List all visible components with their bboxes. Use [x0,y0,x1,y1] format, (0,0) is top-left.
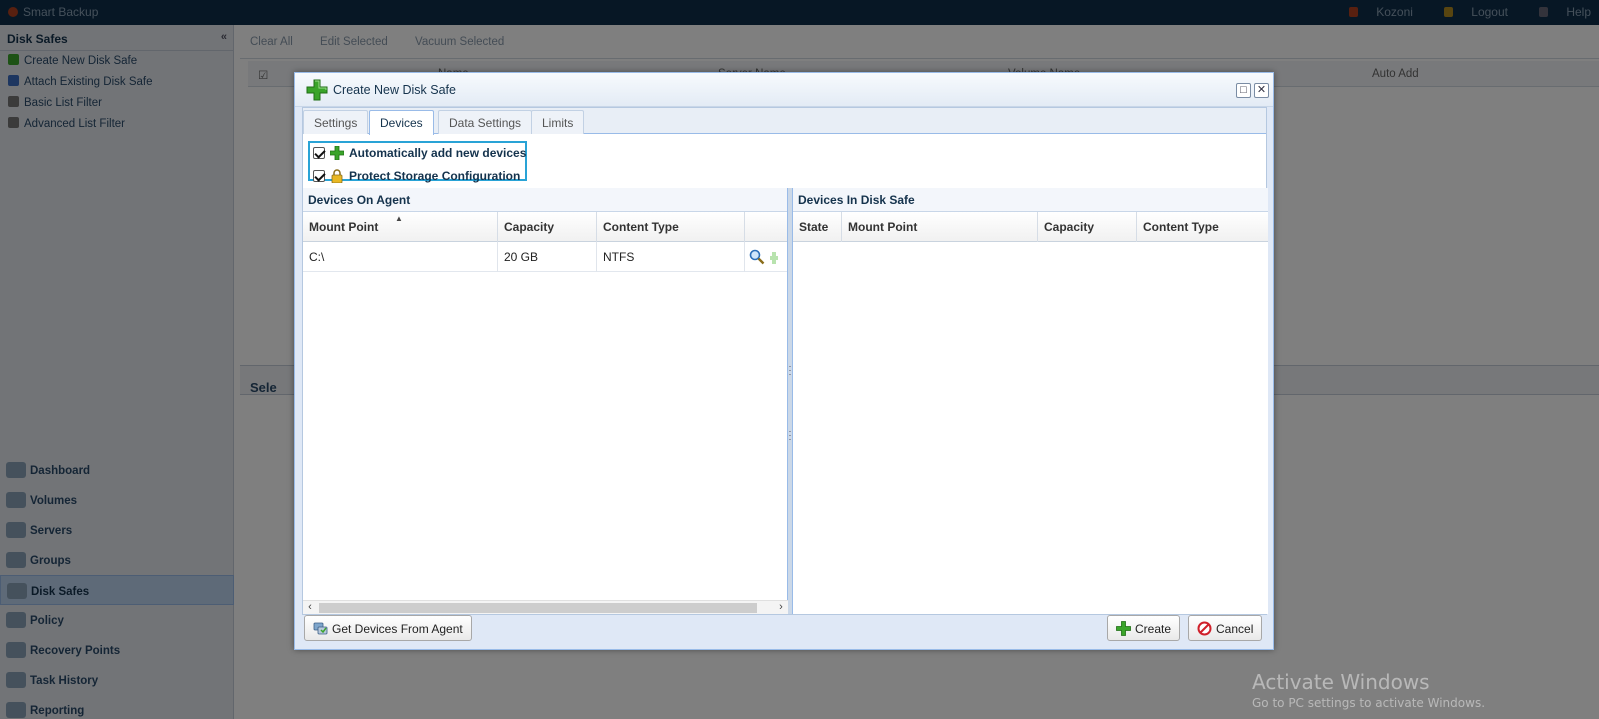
tab-data-settings[interactable]: Data Settings [438,110,533,134]
close-button[interactable]: ✕ [1254,83,1269,98]
cancel-button[interactable]: Cancel [1188,615,1263,641]
table-row[interactable]: C:\ 20 GB NTFS [303,242,787,272]
plus-icon [1116,621,1131,636]
agent-cell-mount-point: C:\ [303,242,498,272]
create-button[interactable]: Create [1107,615,1181,641]
agent-col-capacity[interactable]: Capacity [498,212,597,242]
plus-icon [306,79,328,101]
tab-devices[interactable]: Devices [369,110,434,135]
sort-ascending-icon: ▲ [395,214,403,223]
tab-limits[interactable]: Limits [531,110,585,134]
agent-col-content-type[interactable]: Content Type [597,212,745,242]
safe-col-mount-point[interactable]: Mount Point [842,212,1038,242]
auto-add-checkbox[interactable] [313,147,325,159]
agent-col-mount-point[interactable]: Mount Point ▲ [303,212,498,242]
tab-settings[interactable]: Settings [303,110,369,134]
device-options: Automatically add new devices Protect St… [308,141,527,183]
scroll-thumb[interactable] [319,603,757,613]
protect-storage-checkbox[interactable] [313,170,325,182]
agent-cell-content-type: NTFS [597,242,745,272]
watermark-title: Activate Windows [1252,670,1430,694]
cancel-icon [1197,621,1212,636]
magnifier-icon[interactable] [749,249,765,265]
row-actions [745,242,788,272]
watermark-subtitle: Go to PC settings to activate Windows. [1252,696,1486,710]
scroll-left-icon[interactable]: ‹ [303,601,317,614]
scroll-right-icon[interactable]: › [774,601,788,614]
safe-col-state[interactable]: State [793,212,842,242]
dialog-titlebar[interactable]: Create New Disk Safe □ ✕ [295,73,1273,107]
dialog-footer: Get Devices From Agent Create Cancel [302,615,1267,647]
safe-col-content-type[interactable]: Content Type [1137,212,1269,242]
agent-grid-header: Mount Point ▲ Capacity Content Type [303,212,787,242]
plus-icon [330,146,344,160]
auto-add-label: Automatically add new devices [349,146,527,160]
get-devices-button[interactable]: Get Devices From Agent [304,615,472,641]
dialog-body: Settings Devices Data Settings Limits Au… [302,107,1268,615]
horizontal-scrollbar[interactable]: ‹ › [303,600,788,614]
protect-storage-option: Protect Storage Configuration [313,169,520,187]
devices-in-disk-safe-panel: Devices In Disk Safe State Mount Point C… [792,188,1268,614]
agent-cell-capacity: 20 GB [498,242,597,272]
windows-watermark: Activate Windows Go to PC settings to ac… [1252,670,1485,710]
devices-in-disk-safe-title: Devices In Disk Safe [793,188,1268,212]
devices-on-agent-panel: Devices On Agent Mount Point ▲ Capacity C… [303,188,788,614]
create-disk-safe-dialog: Create New Disk Safe □ ✕ Settings Device… [294,72,1274,650]
auto-add-option: Automatically add new devices [313,146,526,164]
tab-strip: Settings Devices Data Settings Limits [303,108,1266,135]
safe-col-capacity[interactable]: Capacity [1038,212,1137,242]
maximize-button[interactable]: □ [1236,83,1251,98]
add-device-icon[interactable] [768,249,779,265]
protect-storage-label: Protect Storage Configuration [349,169,521,183]
safe-grid-header: State Mount Point Capacity Content Type [793,212,1268,242]
lock-icon [331,169,343,183]
dialog-title: Create New Disk Safe [333,83,456,97]
get-devices-icon [313,622,328,635]
devices-on-agent-title: Devices On Agent [303,188,787,212]
